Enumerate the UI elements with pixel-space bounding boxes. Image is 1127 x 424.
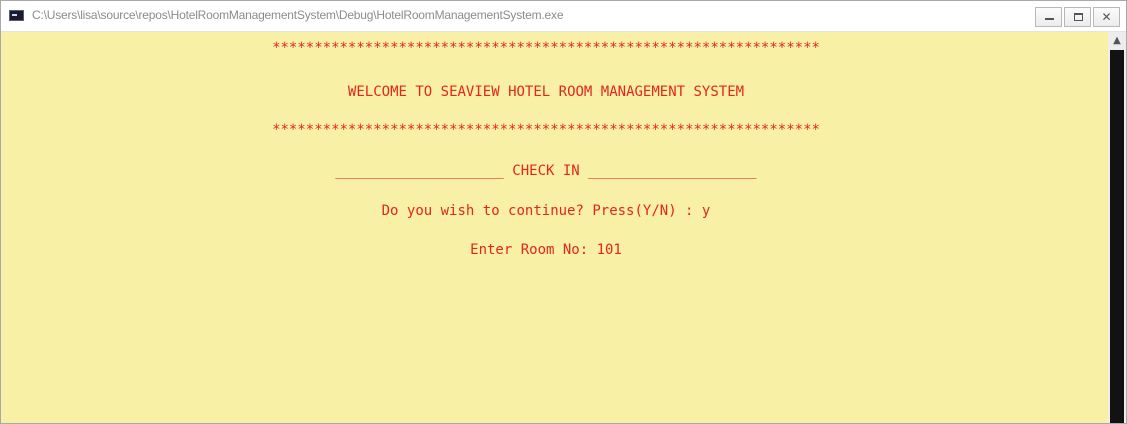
welcome-heading: WELCOME TO SEAVIEW HOTEL ROOM MANAGEMENT… <box>347 84 745 100</box>
console-window: C:\Users\lisa\source\repos\HotelRoomMana… <box>0 0 1127 424</box>
check-in-header: ____________________ CHECK IN __________… <box>335 163 757 179</box>
continue-prompt: Do you wish to continue? Press(Y/N) : y <box>381 203 711 219</box>
stars-divider-bottom: ****************************************… <box>272 122 820 138</box>
window-controls: ✕ <box>1035 7 1120 27</box>
minimize-icon <box>1045 18 1054 20</box>
scrollbar-thumb[interactable] <box>1110 50 1124 423</box>
console-output[interactable]: ****************************************… <box>1 32 1108 423</box>
stars-divider-top: ****************************************… <box>272 40 820 56</box>
window-title: C:\Users\lisa\source\repos\HotelRoomMana… <box>32 8 564 22</box>
close-icon: ✕ <box>1101 10 1112 24</box>
title-bar[interactable]: C:\Users\lisa\source\repos\HotelRoomMana… <box>1 1 1126 32</box>
console-app-icon[interactable] <box>9 10 24 21</box>
close-button[interactable]: ✕ <box>1093 7 1120 27</box>
maximize-icon <box>1074 13 1083 21</box>
room-number-prompt: Enter Room No: 101 <box>470 242 622 258</box>
vertical-scrollbar[interactable]: ▲ <box>1108 32 1126 423</box>
maximize-button[interactable] <box>1064 7 1091 27</box>
minimize-button[interactable] <box>1035 7 1062 27</box>
scroll-up-arrow-icon[interactable]: ▲ <box>1108 32 1126 49</box>
